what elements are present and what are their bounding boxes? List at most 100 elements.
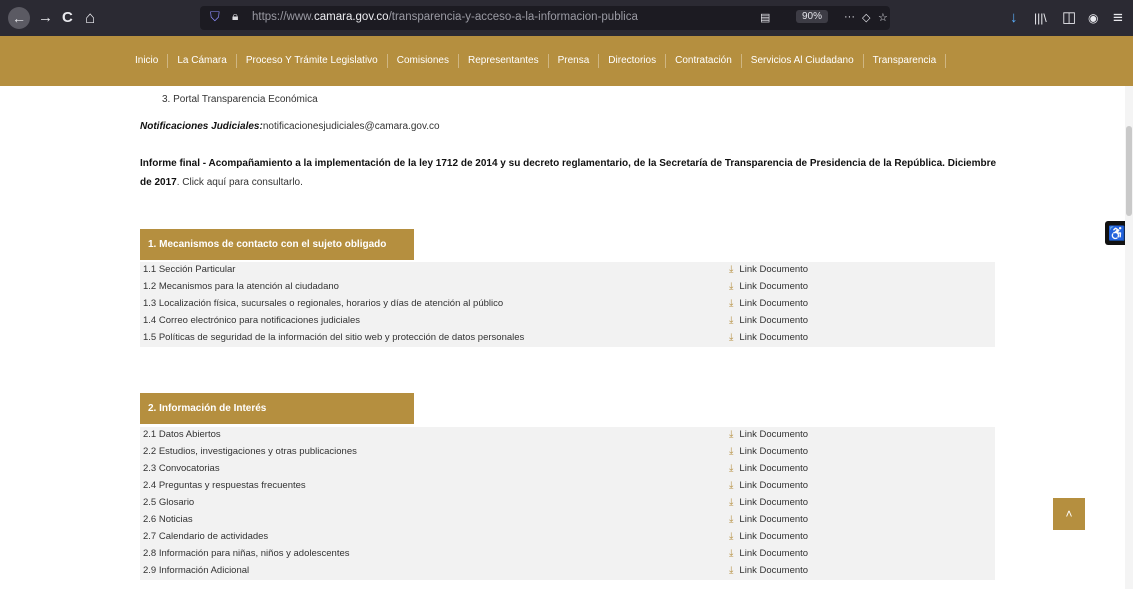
- url-bar[interactable]: ⛉ 🔒︎ https://www.camara.gov.co/transpare…: [200, 6, 890, 30]
- download-arrow-icon: ⤓: [729, 315, 734, 326]
- document-link[interactable]: ⤓ Link Documento: [729, 315, 808, 326]
- tracking-shield-icon[interactable]: ⛉: [210, 9, 220, 25]
- judicial-notifications: Notificaciones Judiciales:notificaciones…: [140, 121, 440, 132]
- list-item[interactable]: 3. Portal Transparencia Económica: [162, 94, 318, 105]
- nav-item[interactable]: Contratación: [666, 54, 742, 68]
- table-row: 1.1 Sección Particular ⤓ Link Documento: [140, 262, 995, 279]
- row-label: 2.7 Calendario de actividades: [143, 531, 269, 542]
- download-arrow-icon: ⤓: [729, 497, 734, 508]
- document-link-label[interactable]: Link Documento: [739, 480, 808, 491]
- table-row: 1.3 Localización física, sucursales o re…: [140, 296, 995, 313]
- document-link[interactable]: ⤓ Link Documento: [729, 264, 808, 275]
- zoom-level-badge[interactable]: 90%: [796, 10, 829, 23]
- document-link[interactable]: ⤓ Link Documento: [729, 565, 808, 576]
- row-label: 1.1 Sección Particular: [143, 264, 236, 275]
- reader-view-icon[interactable]: ▤: [760, 11, 770, 25]
- row-label: 1.3 Localización física, sucursales o re…: [143, 298, 504, 309]
- document-link[interactable]: ⤓ Link Documento: [729, 298, 808, 309]
- nav-item[interactable]: La Cámara: [168, 54, 237, 68]
- table-row: 1.4 Correo electrónico para notificacion…: [140, 313, 995, 330]
- document-link-label[interactable]: Link Documento: [739, 429, 808, 440]
- sidebar-toggle-icon[interactable]: ◫: [1062, 0, 1076, 36]
- browser-toolbar: ← → C ⌂ ⛉ 🔒︎ https://www.camara.gov.co/t…: [0, 0, 1133, 36]
- row-label: 1.5 Políticas de seguridad de la informa…: [143, 332, 525, 343]
- document-link-label[interactable]: Link Documento: [739, 264, 808, 275]
- nav-item[interactable]: Proceso Y Trámite Legislativo: [237, 54, 388, 68]
- table-row: 2.3 Convocatorias ⤓ Link Documento: [140, 461, 995, 478]
- document-link-label[interactable]: Link Documento: [739, 281, 808, 292]
- download-icon[interactable]: ↓: [1010, 0, 1018, 36]
- document-link[interactable]: ⤓ Link Documento: [729, 281, 808, 292]
- more-actions-icon[interactable]: ···: [844, 11, 855, 25]
- document-link[interactable]: ⤓ Link Documento: [729, 531, 808, 542]
- document-link[interactable]: ⤓ Link Documento: [729, 332, 808, 343]
- document-link-label[interactable]: Link Documento: [739, 298, 808, 309]
- scrollbar-thumb[interactable]: [1126, 126, 1132, 216]
- notif-label: Notificaciones Judiciales:: [140, 121, 263, 132]
- document-link[interactable]: ⤓ Link Documento: [729, 548, 808, 559]
- url-text[interactable]: https://www.camara.gov.co/transparencia-…: [252, 11, 638, 23]
- section-2-list: 2.1 Datos Abiertos ⤓ Link Documento 2.2 Est…: [140, 427, 995, 580]
- document-link-label[interactable]: Link Documento: [739, 548, 808, 559]
- section-2-header: 2. Información de Interés: [140, 393, 414, 424]
- nav-item[interactable]: Representantes: [459, 54, 549, 68]
- notif-email-link[interactable]: notificacionesjudiciales@camara.gov.co: [263, 121, 440, 132]
- forward-arrow-icon[interactable]: →: [38, 0, 53, 36]
- nav-item[interactable]: Transparencia: [864, 54, 947, 68]
- account-icon[interactable]: ◉: [1088, 0, 1098, 36]
- document-link-label[interactable]: Link Documento: [739, 332, 808, 343]
- row-label: 2.4 Preguntas y respuestas frecuentes: [143, 480, 306, 491]
- table-row: 2.6 Noticias ⤓ Link Documento: [140, 512, 995, 529]
- document-link[interactable]: ⤓ Link Documento: [729, 446, 808, 457]
- document-link-label[interactable]: Link Documento: [739, 531, 808, 542]
- download-arrow-icon: ⤓: [729, 514, 734, 525]
- download-arrow-icon: ⤓: [729, 480, 734, 491]
- scroll-to-top-button[interactable]: ˄: [1053, 498, 1085, 530]
- download-arrow-icon: ⤓: [729, 332, 734, 343]
- table-row: 2.4 Preguntas y respuestas frecuentes ⤓ Li…: [140, 478, 995, 495]
- back-arrow-icon[interactable]: ←: [8, 7, 30, 29]
- table-row: 2.8 Información para niñas, niños y adol…: [140, 546, 995, 563]
- document-link-label[interactable]: Link Documento: [739, 446, 808, 457]
- document-link[interactable]: ⤓ Link Documento: [729, 480, 808, 491]
- nav-item[interactable]: Comisiones: [388, 54, 459, 68]
- table-row: 2.1 Datos Abiertos ⤓ Link Documento: [140, 427, 995, 444]
- home-icon[interactable]: ⌂: [85, 0, 95, 36]
- bookmark-star-icon[interactable]: ☆: [878, 11, 888, 25]
- informe-final-paragraph: Informe final - Acompañamiento a la impl…: [140, 154, 1000, 192]
- nav-item[interactable]: Inicio: [126, 54, 169, 68]
- library-icon[interactable]: |||\: [1034, 0, 1047, 36]
- document-link[interactable]: ⤓ Link Documento: [729, 463, 808, 474]
- nav-item[interactable]: Servicios Al Ciudadano: [742, 54, 864, 68]
- document-link-label[interactable]: Link Documento: [739, 463, 808, 474]
- nav-menu: Inicio La Cámara Proceso Y Trámite Legisla…: [126, 36, 947, 86]
- document-link-label[interactable]: Link Documento: [739, 497, 808, 508]
- document-link[interactable]: ⤓ Link Documento: [729, 429, 808, 440]
- download-arrow-icon: ⤓: [729, 298, 734, 309]
- lock-icon[interactable]: 🔒︎: [232, 9, 238, 24]
- section-1-list: 1.1 Sección Particular ⤓ Link Documento 1.2…: [140, 262, 995, 347]
- site-navigation: Inicio La Cámara Proceso Y Trámite Legisla…: [0, 36, 1133, 86]
- scrollbar[interactable]: [1125, 86, 1133, 589]
- download-arrow-icon: ⤓: [729, 264, 734, 275]
- table-row: 2.9 Información Adicional ⤓ Link Documento: [140, 563, 995, 580]
- row-label: 2.2 Estudios, investigaciones y otras pu…: [143, 446, 357, 457]
- document-link-label[interactable]: Link Documento: [739, 565, 808, 576]
- nav-item[interactable]: Prensa: [549, 54, 600, 68]
- hamburger-menu-icon[interactable]: ≡: [1113, 0, 1123, 36]
- document-link[interactable]: ⤓ Link Documento: [729, 497, 808, 508]
- document-link[interactable]: ⤓ Link Documento: [729, 514, 808, 525]
- nav-item[interactable]: Directorios: [599, 54, 667, 68]
- row-label: 2.3 Convocatorias: [143, 463, 220, 474]
- reload-icon[interactable]: C: [62, 0, 73, 36]
- table-row: 2.2 Estudios, investigaciones y otras pu…: [140, 444, 995, 461]
- document-link-label[interactable]: Link Documento: [739, 514, 808, 525]
- pocket-icon[interactable]: ◇: [862, 11, 870, 25]
- download-arrow-icon: ⤓: [729, 463, 734, 474]
- row-label: 2.9 Información Adicional: [143, 565, 250, 576]
- informe-consult-link[interactable]: . Click aquí para consultarlo.: [177, 177, 303, 188]
- download-arrow-icon: ⤓: [729, 548, 734, 559]
- document-link-label[interactable]: Link Documento: [739, 315, 808, 326]
- download-arrow-icon: ⤓: [729, 565, 734, 576]
- download-arrow-icon: ⤓: [729, 446, 734, 457]
